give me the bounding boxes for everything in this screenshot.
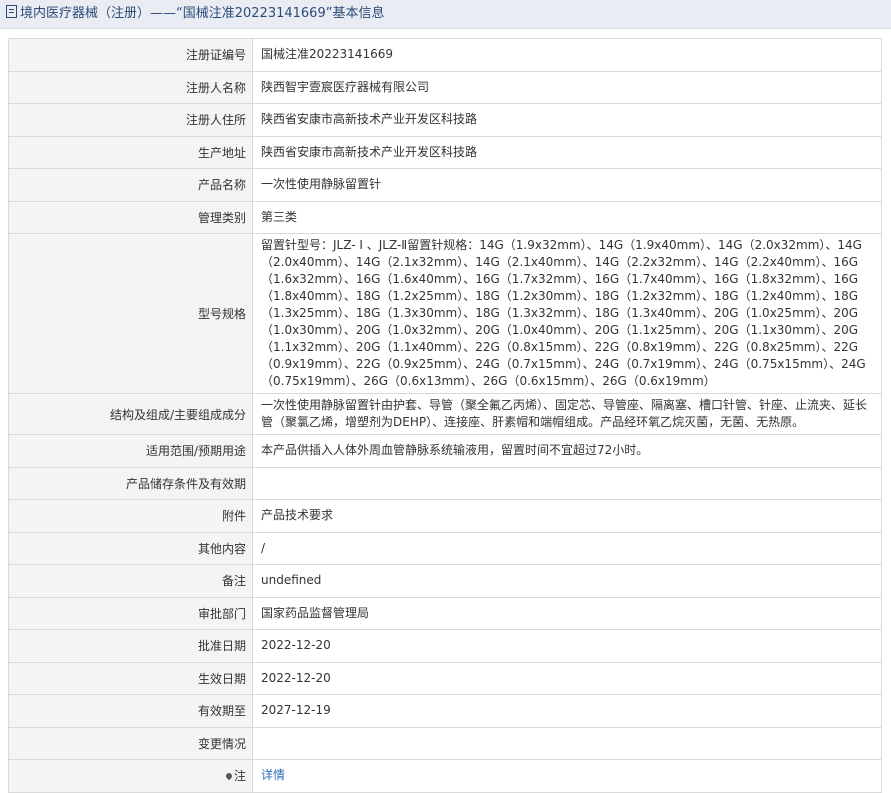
field-label: 其他内容 (8, 531, 253, 565)
field-label: 适用范围/预期用途 (8, 434, 253, 468)
field-value: 留置针型号：JLZ- I 、JLZ-Ⅱ留置针规格：14G（1.9x32mm）、1… (252, 233, 882, 394)
field-label: 批准日期 (8, 629, 253, 663)
table-row: 备注 undefined (8, 564, 882, 598)
field-value: / (252, 531, 882, 565)
pin-icon (224, 772, 234, 781)
field-value: undefined (252, 564, 882, 598)
field-value (252, 726, 882, 760)
field-label: 注 (233, 769, 246, 784)
field-value: 2022-12-20 (252, 661, 882, 695)
table-row: 注 详情 (8, 759, 882, 793)
table-row: 注册证编号 国械注准20223141669 (8, 38, 882, 72)
table-row: 管理类别 第三类 (8, 200, 882, 234)
page-title: 境内医疗器械（注册）——“国械注准20223141669”基本信息 (0, 0, 891, 29)
table-row: 产品名称 一次性使用静脉留置针 (8, 168, 882, 202)
field-label: 结构及组成/主要组成成分 (8, 393, 253, 435)
table-row: 注册人名称 陕西智宇壹宸医疗器械有限公司 (8, 70, 882, 104)
field-label: 产品名称 (8, 168, 253, 202)
document-icon (6, 5, 17, 18)
field-value: 国家药品监督管理局 (252, 596, 882, 630)
field-label: 注册证编号 (8, 38, 253, 72)
details-link[interactable]: 详情 (261, 768, 285, 782)
field-label: 管理类别 (8, 200, 253, 234)
field-value (252, 466, 882, 500)
page-title-text: 境内医疗器械（注册）——“国械注准20223141669”基本信息 (20, 6, 385, 21)
field-value: 一次性使用静脉留置针由护套、导管（聚全氟乙丙烯）、固定芯、导管座、隔离塞、槽口针… (252, 393, 882, 435)
table-row: 生产地址 陕西省安康市高新技术产业开发区科技路 (8, 135, 882, 169)
table-row: 有效期至 2027-12-19 (8, 694, 882, 728)
note-label: 注 (8, 759, 253, 793)
field-label: 备注 (8, 564, 253, 598)
field-value: 国械注准20223141669 (252, 38, 882, 72)
field-label: 型号规格 (8, 233, 253, 394)
field-value: 陕西省安康市高新技术产业开发区科技路 (252, 103, 882, 137)
table-row: 产品储存条件及有效期 (8, 466, 882, 500)
field-value: 2027-12-19 (252, 694, 882, 728)
field-label: 生产地址 (8, 135, 253, 169)
field-value: 2022-12-20 (252, 629, 882, 663)
table-row: 注册人住所 陕西省安康市高新技术产业开发区科技路 (8, 103, 882, 137)
field-value: 陕西智宇壹宸医疗器械有限公司 (252, 70, 882, 104)
field-label: 变更情况 (8, 726, 253, 760)
field-label: 有效期至 (8, 694, 253, 728)
table-row: 生效日期 2022-12-20 (8, 661, 882, 695)
table-row: 型号规格 留置针型号：JLZ- I 、JLZ-Ⅱ留置针规格：14G（1.9x32… (8, 233, 882, 394)
table-row: 审批部门 国家药品监督管理局 (8, 596, 882, 630)
field-value: 本产品供插入人体外周血管静脉系统输液用，留置时间不宜超过72小时。 (252, 434, 882, 468)
field-label: 附件 (8, 499, 253, 533)
field-value: 第三类 (252, 200, 882, 234)
table-row: 附件 产品技术要求 (8, 499, 882, 533)
field-label: 注册人名称 (8, 70, 253, 104)
info-table: 注册证编号 国械注准20223141669 注册人名称 陕西智宇壹宸医疗器械有限… (8, 38, 882, 793)
field-label: 注册人住所 (8, 103, 253, 137)
field-value: 一次性使用静脉留置针 (252, 168, 882, 202)
field-value: 详情 (252, 759, 882, 793)
table-row: 其他内容 / (8, 531, 882, 565)
field-label: 生效日期 (8, 661, 253, 695)
field-label: 产品储存条件及有效期 (8, 466, 253, 500)
table-row: 结构及组成/主要组成成分 一次性使用静脉留置针由护套、导管（聚全氟乙丙烯）、固定… (8, 393, 882, 435)
field-value: 产品技术要求 (252, 499, 882, 533)
field-label: 审批部门 (8, 596, 253, 630)
field-value: 陕西省安康市高新技术产业开发区科技路 (252, 135, 882, 169)
table-row: 适用范围/预期用途 本产品供插入人体外周血管静脉系统输液用，留置时间不宜超过72… (8, 434, 882, 468)
table-row: 变更情况 (8, 726, 882, 760)
table-row: 批准日期 2022-12-20 (8, 629, 882, 663)
